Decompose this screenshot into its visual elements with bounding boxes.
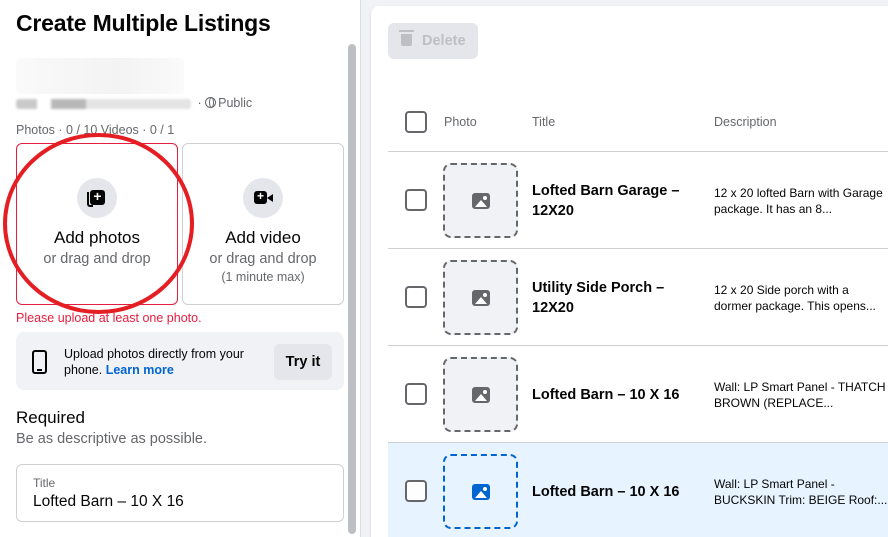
title-field[interactable]: Title [16, 464, 344, 522]
photo-placeholder[interactable] [443, 163, 518, 238]
row-checkbox[interactable] [405, 286, 427, 308]
add-photos-button[interactable]: Add photos or drag and drop [16, 143, 178, 305]
page-title: Create Multiple Listings [16, 10, 271, 36]
learn-more-link[interactable]: Learn more [106, 363, 174, 377]
photo-placeholder[interactable] [443, 260, 518, 335]
photo-placeholder[interactable] [443, 454, 518, 529]
row-title: Lofted Barn Garage – 12X20 [532, 182, 680, 219]
row-title: Lofted Barn – 10 X 16 [532, 483, 680, 500]
add-video-icon [243, 178, 283, 218]
row-title: Lofted Barn – 10 X 16 [532, 386, 680, 403]
add-photos-title: Add photos [53, 228, 140, 247]
phone-icon [32, 350, 47, 374]
row-checkbox[interactable] [405, 189, 427, 211]
image-placeholder-icon [472, 193, 490, 209]
image-placeholder-icon [472, 290, 490, 306]
add-video-note: (1 minute max) [221, 270, 305, 284]
column-description: Description [714, 115, 777, 129]
left-scrollbar-thumb[interactable] [348, 44, 356, 534]
table-header: Photo Title Description [388, 100, 888, 152]
image-placeholder-icon [472, 484, 490, 500]
seller-name-redacted [16, 98, 191, 109]
globe-icon [205, 97, 217, 108]
add-photos-subtitle: or drag and drop [43, 251, 151, 267]
required-subtitle: Be as descriptive as possible. [16, 431, 208, 447]
column-photo: Photo [444, 115, 477, 129]
required-heading: Required [16, 408, 85, 427]
table-row[interactable]: Utility Side Porch – 12X20 12 x 20 Side … [388, 248, 888, 345]
row-description: 12 x 20 Side porch with a dormer package… [714, 282, 876, 313]
phone-upload-text: Upload photos directly from your phone. … [64, 346, 274, 378]
privacy-text: Public [218, 96, 253, 110]
photo-placeholder[interactable] [443, 357, 518, 432]
row-checkbox[interactable] [405, 480, 427, 502]
row-description: Wall: LP Smart Panel - BUCKSKIN Trim: BE… [714, 476, 888, 507]
add-video-title: Add video [225, 228, 301, 247]
add-video-button[interactable]: Add video or drag and drop (1 minute max… [182, 143, 344, 305]
row-checkbox[interactable] [405, 383, 427, 405]
delete-label: Delete [422, 33, 466, 49]
select-all-checkbox[interactable] [405, 111, 427, 133]
seller-avatar [16, 58, 184, 94]
add-photo-icon [77, 178, 117, 218]
delete-button[interactable]: Delete [388, 23, 478, 59]
table-row-selected[interactable]: Lofted Barn – 10 X 16 Wall: LP Smart Pan… [388, 442, 888, 537]
media-counts: Photos · 0 / 10 Videos · 0 / 1 [16, 123, 175, 137]
image-placeholder-icon [472, 387, 490, 403]
row-description: 12 x 20 lofted Barn with Garage package.… [714, 185, 883, 216]
left-scrollbar[interactable] [345, 0, 360, 537]
photo-error-message: Please upload at least one photo. [16, 311, 202, 325]
phone-upload-banner: Upload photos directly from your phone. … [16, 332, 344, 390]
seller-info: · Public [16, 96, 252, 110]
table-row[interactable]: Lofted Barn – 10 X 16 Wall: LP Smart Pan… [388, 345, 888, 442]
left-panel: Create Multiple Listings · Public Photos… [0, 0, 361, 537]
title-field-label: Title [33, 476, 56, 490]
privacy-label: · Public [197, 96, 253, 110]
title-input[interactable] [33, 493, 323, 511]
row-title: Utility Side Porch – 12X20 [532, 279, 665, 316]
table-row[interactable]: Lofted Barn Garage – 12X20 12 x 20 lofte… [388, 151, 888, 248]
try-it-button[interactable]: Try it [274, 344, 332, 380]
row-description: Wall: LP Smart Panel - THATCH BROWN (REP… [714, 379, 886, 410]
trash-icon [399, 30, 414, 46]
listings-table-panel: Delete Photo Title Description Lofted Ba… [371, 6, 888, 537]
column-title: Title [532, 115, 556, 129]
add-video-subtitle: or drag and drop [209, 251, 317, 267]
